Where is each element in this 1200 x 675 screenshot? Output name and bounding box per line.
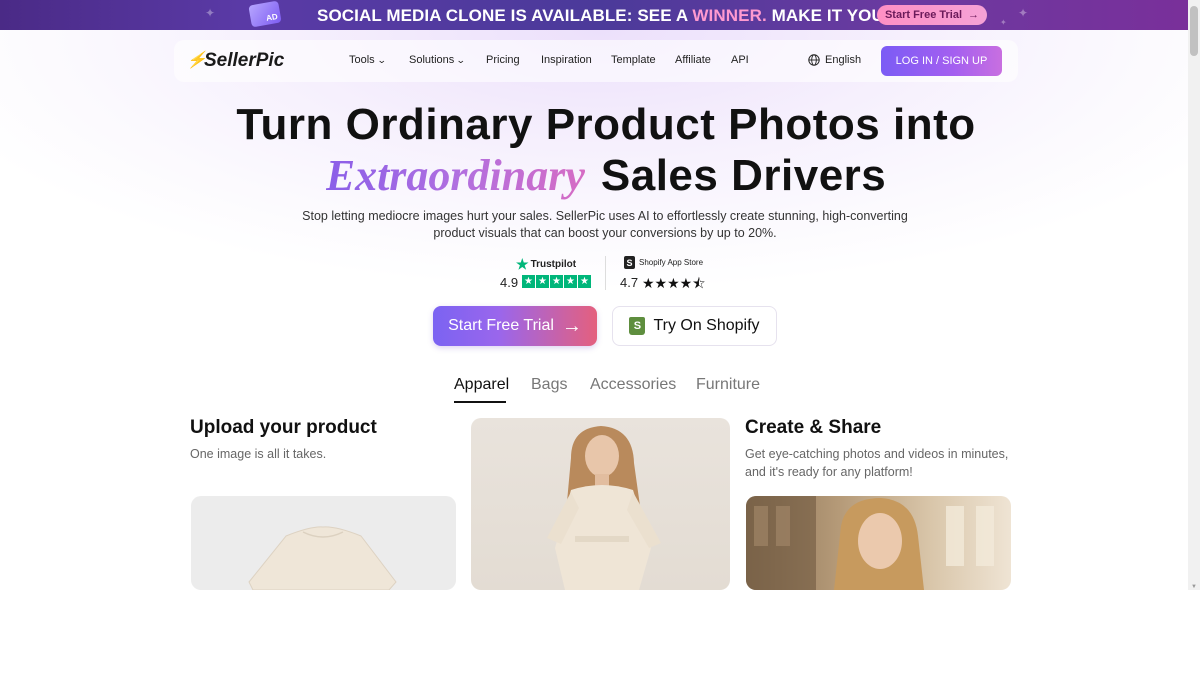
hero-headline-line1: Turn Ordinary Product Photos into	[236, 100, 976, 149]
star-icon: ★	[536, 275, 549, 288]
shopify-label: Shopify App Store	[639, 258, 704, 267]
chevron-down-icon: ⌄	[456, 54, 466, 65]
logo-text: SellerPic	[204, 50, 285, 71]
promo-button-label: Start Free Trial	[884, 9, 963, 21]
nav-item-tools[interactable]: Tools ⌄	[349, 54, 387, 66]
tab-active-underline	[454, 401, 506, 403]
page-bottom	[0, 590, 1200, 675]
login-label: LOG IN / SIGN UP	[895, 55, 988, 67]
language-label: English	[825, 54, 862, 66]
shopify-bag-icon: S	[629, 317, 646, 335]
hero-headline-line2: Extraordinary Sales Drivers	[0, 150, 1200, 201]
nav-item-label: Solutions	[409, 54, 455, 66]
sparkle-icon: ✦	[1000, 18, 1007, 27]
tab-furniture[interactable]: Furniture	[696, 376, 760, 394]
nav-item-inspiration[interactable]: Inspiration	[541, 54, 592, 66]
rating-divider	[605, 256, 606, 290]
promo-start-trial-button[interactable]: Start Free Trial →	[877, 5, 987, 25]
promo-text: SOCIAL MEDIA CLONE IS AVAILABLE: SEE A W…	[317, 6, 913, 25]
lifestyle-image-card[interactable]	[746, 496, 1011, 590]
globe-icon	[808, 54, 820, 66]
hero-subtitle: Stop letting mediocre images hurt your s…	[302, 209, 908, 240]
trustpilot-star-icon: ★	[516, 256, 529, 272]
model-image-card[interactable]	[471, 418, 730, 590]
nav-item-solutions[interactable]: Solutions ⌄	[409, 54, 466, 66]
nav-item-label: Tools	[349, 54, 375, 66]
promo-banner[interactable]: ✦ ✦ ✦ AD SOCIAL MEDIA CLONE IS AVAILABLE…	[0, 0, 1200, 30]
chevron-down-icon: ⌄	[376, 54, 387, 65]
upload-title: Upload your product	[190, 417, 377, 438]
nav-item-label: Template	[611, 54, 656, 66]
cta-primary-label: Start Free Trial	[448, 317, 554, 334]
logo[interactable]: ⚡ SellerPic	[185, 50, 285, 72]
page: ✦ ✦ ✦ AD SOCIAL MEDIA CLONE IS AVAILABLE…	[0, 0, 1200, 675]
lifestyle-image	[746, 496, 994, 590]
ad-badge-icon: AD	[248, 0, 282, 28]
tab-bags[interactable]: Bags	[531, 376, 567, 394]
upload-desc: One image is all it takes.	[190, 447, 327, 461]
language-selector[interactable]: English	[808, 54, 861, 66]
nav-item-template[interactable]: Template	[611, 54, 656, 66]
tab-accessories[interactable]: Accessories	[590, 376, 676, 394]
share-title: Create & Share	[745, 417, 882, 438]
arrow-right-icon: →	[968, 9, 980, 21]
trustpilot-label: Trustpilot	[530, 259, 577, 270]
start-free-trial-button[interactable]: Start Free Trial →	[433, 306, 597, 346]
nav-item-label: Inspiration	[541, 54, 592, 66]
nav-item-api[interactable]: API	[731, 54, 749, 66]
nav-item-label: Affiliate	[675, 54, 711, 66]
nav-item-label: API	[731, 54, 749, 66]
trustpilot-stars: ★ ★ ★ ★ ★	[522, 275, 591, 288]
hero-headline-fancy: Extraordinary	[325, 151, 585, 200]
sparkle-icon: ✦	[1018, 6, 1029, 20]
star-icon: ★	[522, 275, 535, 288]
model-image	[547, 426, 661, 590]
tab-apparel[interactable]: Apparel	[454, 376, 509, 394]
product-image-card[interactable]	[191, 496, 456, 590]
star-icon: ★	[550, 275, 563, 288]
login-signup-button[interactable]: LOG IN / SIGN UP	[881, 46, 1002, 76]
hero-headline-rest: Sales Drivers	[600, 151, 887, 200]
scrollbar[interactable]	[1188, 0, 1200, 590]
try-on-shopify-button[interactable]: S Try On Shopify	[612, 306, 777, 346]
scroll-down-arrow-icon[interactable]: ▼	[1191, 584, 1197, 590]
nav-item-pricing[interactable]: Pricing	[486, 54, 520, 66]
shopify-score: 4.7	[620, 275, 639, 290]
shopify-stars: ★★★★⯪	[642, 275, 706, 291]
shopify-bag-icon: S	[624, 256, 635, 269]
star-icon: ★	[578, 275, 591, 288]
bolt-icon: ⚡	[185, 52, 211, 69]
sparkle-icon: ✦	[205, 6, 216, 20]
trustpilot-score: 4.9	[500, 275, 519, 290]
arrow-right-icon: →	[561, 314, 582, 337]
scrollbar-thumb[interactable]	[1190, 6, 1198, 56]
cta-secondary-label: Try On Shopify	[653, 317, 760, 334]
shopify-app-store-brand[interactable]: S Shopify App Store	[624, 256, 703, 269]
share-desc: Get eye-catching photos and videos in mi…	[745, 447, 1009, 479]
nav-item-label: Pricing	[486, 54, 520, 66]
nav-item-affiliate[interactable]: Affiliate	[675, 54, 711, 66]
star-icon: ★	[564, 275, 577, 288]
trustpilot-brand[interactable]: ★ Trustpilot	[516, 256, 576, 273]
shirt-image	[248, 526, 397, 590]
